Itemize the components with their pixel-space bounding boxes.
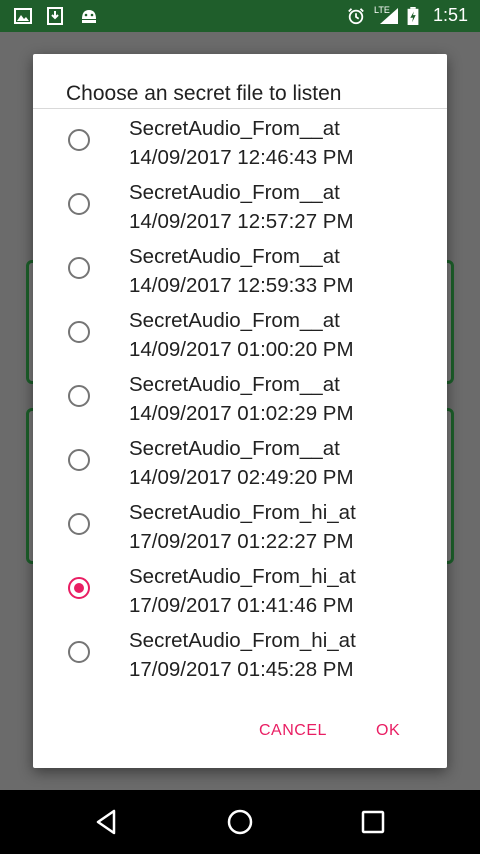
cancel-button[interactable]: CANCEL xyxy=(259,722,327,740)
file-label: SecretAudio_From__at 14/09/2017 02:49:20 … xyxy=(129,437,354,489)
navigation-bar xyxy=(0,790,480,854)
list-item[interactable]: SecretAudio_From__at 14/09/2017 01:00:20 … xyxy=(33,309,447,374)
radio-button[interactable] xyxy=(68,641,90,663)
radio-button[interactable] xyxy=(68,193,90,215)
list-item[interactable]: SecretAudio_From_hi_at 17/09/2017 01:45:2… xyxy=(33,629,447,694)
file-label: SecretAudio_From__at 14/09/2017 01:00:20 … xyxy=(129,309,354,361)
dialog-title: Choose an secret file to listen xyxy=(66,82,342,105)
signal-icon xyxy=(380,8,398,24)
file-label: SecretAudio_From_hi_at 17/09/2017 01:41:4… xyxy=(129,565,356,617)
file-label: SecretAudio_From__at 14/09/2017 01:02:29 … xyxy=(129,373,354,425)
list-item[interactable]: SecretAudio_From_hi_at 17/09/2017 01:22:2… xyxy=(33,501,447,566)
android-icon xyxy=(82,10,96,23)
file-label: SecretAudio_From_hi_at 17/09/2017 01:22:2… xyxy=(129,501,356,553)
back-icon[interactable] xyxy=(92,807,122,837)
status-bar: LTE 1:51 xyxy=(0,0,480,32)
file-label: SecretAudio_From__at 14/09/2017 12:46:43 … xyxy=(129,117,354,169)
download-icon xyxy=(47,7,63,25)
radio-button[interactable] xyxy=(68,513,90,535)
list-item[interactable]: SecretAudio_From__at 14/09/2017 12:57:27 … xyxy=(33,181,447,246)
radio-button[interactable] xyxy=(68,385,90,407)
radio-button[interactable] xyxy=(68,449,90,471)
file-label: SecretAudio_From__at 14/09/2017 12:57:27 … xyxy=(129,181,354,233)
home-icon[interactable] xyxy=(225,807,255,837)
list-item-selected[interactable]: SecretAudio_From_hi_at 17/09/2017 01:41:4… xyxy=(33,565,447,630)
radio-button[interactable] xyxy=(68,321,90,343)
radio-button-checked[interactable] xyxy=(68,577,90,599)
list-item[interactable]: SecretAudio_From__at 14/09/2017 02:49:20 … xyxy=(33,437,447,502)
battery-charging-icon xyxy=(407,7,419,25)
list-item[interactable]: SecretAudio_From__at 14/09/2017 12:46:43 … xyxy=(33,117,447,182)
radio-button[interactable] xyxy=(68,257,90,279)
radio-button[interactable] xyxy=(68,129,90,151)
file-chooser-dialog: Choose an secret file to listen SecretAu… xyxy=(33,54,447,768)
image-icon xyxy=(14,8,32,24)
file-label: SecretAudio_From__at 14/09/2017 12:59:33 … xyxy=(129,245,354,297)
recents-icon[interactable] xyxy=(358,807,388,837)
clock: 1:51 xyxy=(432,5,468,25)
alarm-icon xyxy=(348,8,364,25)
file-label: SecretAudio_From_hi_at 17/09/2017 01:45:2… xyxy=(129,629,356,681)
list-item[interactable]: SecretAudio_From__at 14/09/2017 01:02:29 … xyxy=(33,373,447,438)
list-item[interactable]: SecretAudio_From__at 14/09/2017 12:59:33 … xyxy=(33,245,447,310)
ok-button[interactable]: OK xyxy=(376,722,400,740)
title-divider xyxy=(33,108,447,109)
